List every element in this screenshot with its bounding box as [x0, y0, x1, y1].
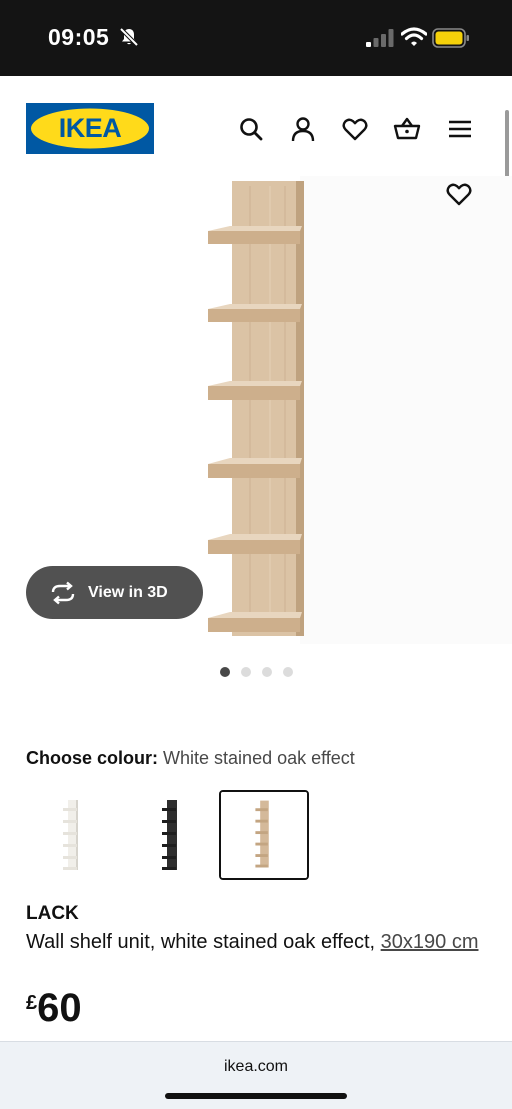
shelf: [208, 612, 304, 632]
url-display[interactable]: ikea.com: [0, 1058, 512, 1076]
status-time: 09:05: [48, 24, 110, 50]
view-in-3d-button[interactable]: View in 3D: [26, 566, 203, 619]
colour-swatch-white[interactable]: [26, 790, 116, 880]
shelf: [208, 534, 302, 554]
shelf: [208, 381, 302, 400]
product-size-link[interactable]: 30x190 cm: [381, 931, 479, 953]
status-bar: 09:05: [0, 0, 512, 76]
colour-selection-line: Choose colour: White stained oak effect: [26, 748, 355, 769]
view-in-3d-label: View in 3D: [88, 583, 168, 601]
product-name: LACK: [26, 903, 79, 924]
colour-swatch-white-stained-oak[interactable]: [219, 790, 309, 880]
cellular-signal-icon: [366, 29, 394, 47]
site-header: IKEA: [0, 76, 512, 176]
colour-swatch-black-brown[interactable]: [123, 790, 213, 880]
product-description-text: Wall shelf unit, white stained oak effec…: [26, 931, 381, 953]
price-amount: 60: [37, 986, 82, 1030]
ikea-logo[interactable]: IKEA: [26, 103, 154, 154]
price-currency: £: [26, 992, 38, 1014]
shelf: [208, 304, 302, 322]
menu-icon[interactable]: [446, 115, 474, 143]
carousel-dot[interactable]: [282, 667, 293, 677]
shelf: [208, 226, 302, 244]
carousel-dot[interactable]: [240, 667, 251, 677]
heart-outline-icon[interactable]: [445, 180, 473, 208]
home-indicator[interactable]: [165, 1093, 347, 1099]
shopping-basket-icon[interactable]: [393, 115, 421, 143]
favourites-heart-icon[interactable]: [341, 115, 369, 143]
colour-label: Choose colour:: [26, 748, 159, 768]
shelf: [208, 458, 302, 478]
product-description: Wall shelf unit, white stained oak effec…: [26, 929, 496, 955]
bell-slash-icon: [119, 27, 139, 47]
browser-address-bar: ikea.com: [0, 1041, 512, 1109]
svg-text:IKEA: IKEA: [59, 113, 122, 143]
wifi-icon: [401, 27, 427, 46]
search-icon[interactable]: [237, 115, 265, 143]
battery-icon: [432, 28, 469, 48]
carousel-dot[interactable]: [219, 667, 230, 677]
carousel-dot[interactable]: [261, 667, 272, 677]
selected-colour: White stained oak effect: [163, 748, 355, 768]
image-carousel-dots: [0, 667, 512, 677]
rotate-3d-icon: [51, 581, 75, 604]
account-icon[interactable]: [289, 115, 317, 143]
product-price: £60: [26, 986, 82, 1031]
